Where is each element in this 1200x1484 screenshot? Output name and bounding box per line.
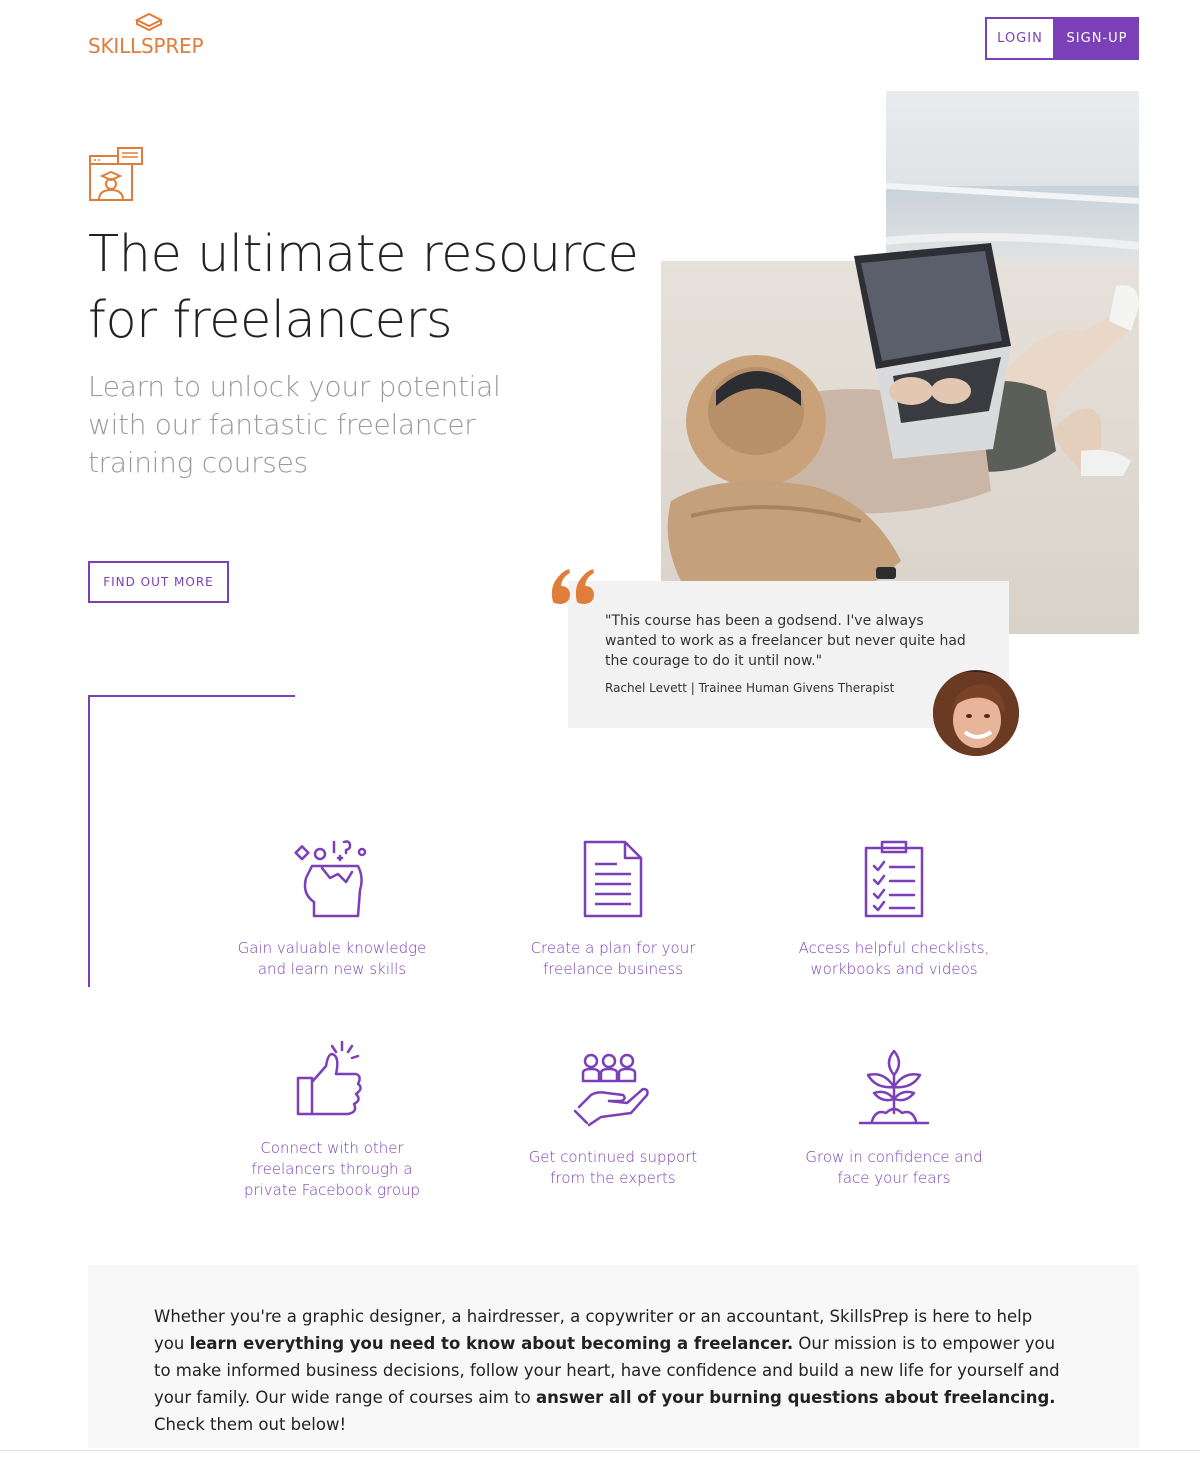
feature-support: Get continued support from the experts — [498, 1047, 728, 1189]
logo[interactable]: SKILLSPREP — [88, 12, 218, 58]
testimonial-avatar — [933, 670, 1019, 756]
feature-plan: Create a plan for your freelance busines… — [498, 838, 728, 980]
head-ideas-icon — [294, 840, 367, 918]
feature-community: Connect with other freelancers through a… — [217, 1038, 447, 1201]
support-hand-icon — [573, 1053, 649, 1127]
feature-label-line: Access helpful checklists, — [798, 939, 990, 957]
about-text: Whether you're a graphic designer, a hai… — [154, 1303, 1064, 1438]
about-text-bold: learn everything you need to know about … — [189, 1334, 794, 1353]
about-panel: Whether you're a graphic designer, a hai… — [88, 1265, 1139, 1448]
feature-label-line: Grow in confidence and — [805, 1148, 983, 1166]
online-teacher-icon — [89, 147, 143, 201]
feature-label-line: freelance business — [542, 960, 684, 978]
quote-line: "This course has been a godsend. I've al… — [605, 613, 924, 629]
feature-label-line: Connect with other — [260, 1139, 404, 1157]
checklist-icon — [864, 840, 924, 918]
about-text-part: Check them out below! — [154, 1415, 347, 1434]
hero-photo — [661, 91, 1139, 634]
plant-growth-icon — [858, 1049, 930, 1125]
decorative-frame-line — [88, 695, 90, 987]
feature-confidence: Grow in confidence and face your fears — [779, 1047, 1009, 1189]
page-title: The ultimate resource for freelancers — [88, 222, 688, 354]
document-icon — [583, 840, 643, 918]
auth-buttons: LOGIN SIGN-UP — [985, 17, 1139, 60]
feature-label-line: Gain valuable knowledge — [237, 939, 427, 957]
quote-line: the courage to do it until now." — [605, 653, 823, 669]
feature-label: Access helpful checklists, workbooks and… — [779, 938, 1009, 980]
testimonial-quote: "This course has been a godsend. I've al… — [605, 611, 975, 671]
feature-label: Get continued support from the experts — [498, 1147, 728, 1189]
thumbs-up-icon — [296, 1040, 362, 1116]
feature-label-line: Get continued support — [528, 1148, 698, 1166]
find-out-more-button[interactable]: FIND OUT MORE — [88, 561, 229, 603]
quote-mark-icon — [551, 569, 594, 604]
login-button[interactable]: LOGIN — [985, 17, 1055, 60]
feature-label-line: freelancers through a — [251, 1160, 413, 1178]
feature-checklists: Access helpful checklists, workbooks and… — [779, 838, 1009, 980]
feature-label-line: private Facebook group — [243, 1181, 421, 1199]
feature-label-line: workbooks and videos — [810, 960, 978, 978]
feature-label-line: face your fears — [837, 1169, 951, 1187]
feature-label: Connect with other freelancers through a… — [217, 1138, 447, 1201]
feature-label: Gain valuable knowledge and learn new sk… — [217, 938, 447, 980]
feature-label: Grow in confidence and face your fears — [779, 1147, 1009, 1189]
signup-button[interactable]: SIGN-UP — [1055, 17, 1139, 60]
testimonial-author: Rachel Levett | Trainee Human Givens The… — [605, 681, 895, 695]
book-logo-icon — [134, 12, 164, 32]
decorative-frame-line — [88, 695, 295, 697]
feature-label-line: Create a plan for your — [530, 939, 696, 957]
title-line: The ultimate resource — [88, 225, 639, 284]
feature-label-line: from the experts — [550, 1169, 676, 1187]
subtitle-line: with our fantastic freelancer — [88, 408, 476, 441]
hero-subtitle: Learn to unlock your potential with our … — [88, 368, 528, 482]
quote-line: wanted to work as a freelancer but never… — [605, 633, 966, 649]
feature-knowledge: Gain valuable knowledge and learn new sk… — [217, 838, 447, 980]
subtitle-line: training courses — [88, 446, 308, 479]
subtitle-line: Learn to unlock your potential — [88, 370, 501, 403]
divider — [0, 1450, 1200, 1451]
title-line: for freelancers — [88, 291, 453, 350]
logo-text: SKILLSPREP — [88, 34, 204, 58]
feature-label: Create a plan for your freelance busines… — [498, 938, 728, 980]
about-text-bold: answer all of your burning questions abo… — [536, 1388, 1056, 1407]
feature-label-line: and learn new skills — [257, 960, 407, 978]
